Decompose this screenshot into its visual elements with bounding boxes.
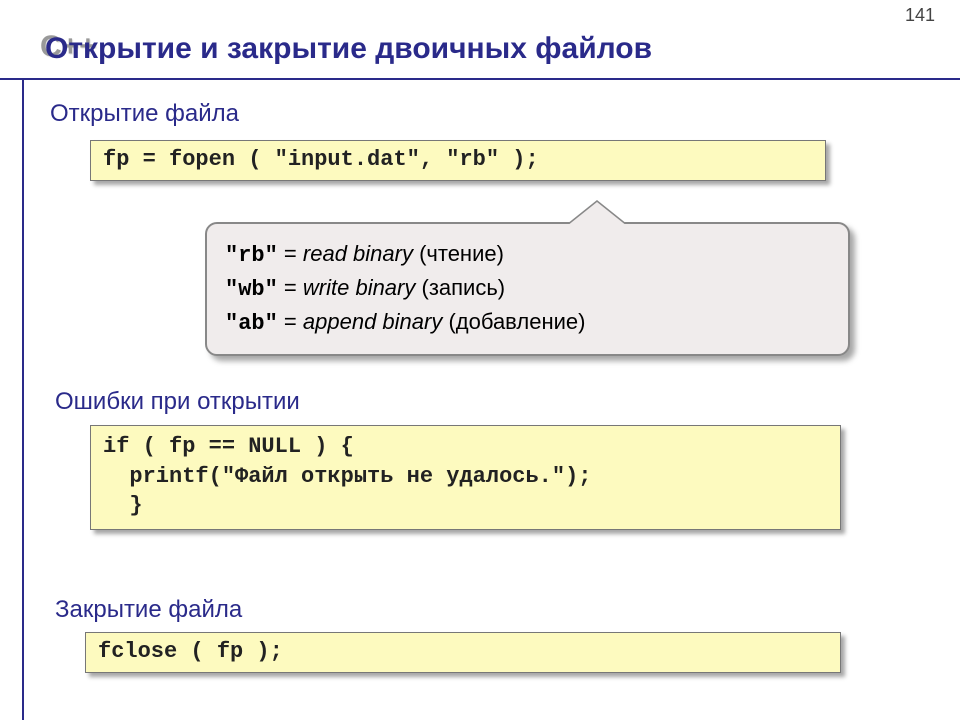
mode-eq: = — [278, 309, 303, 334]
mode-eng: append binary — [303, 309, 442, 334]
mode-ru: (запись) — [415, 275, 505, 300]
code-fopen: fp = fopen ( "input.dat", "rb" ); — [90, 140, 826, 181]
page-title: Открытие и закрытие двоичных файлов — [45, 32, 652, 66]
left-vertical-rule — [22, 80, 24, 720]
heading-close-file: Закрытие файла — [55, 596, 242, 624]
mode-row-rb: "rb" = read binary (чтение) — [225, 238, 830, 272]
mode-ru: (чтение) — [413, 241, 504, 266]
page-number: 141 — [905, 5, 935, 26]
code-error-check: if ( fp == NULL ) { printf("Файл открыть… — [90, 425, 841, 530]
mode-eq: = — [278, 241, 303, 266]
callout-pointer — [567, 202, 627, 226]
heading-open-file: Открытие файла — [50, 100, 239, 128]
modes-callout: "rb" = read binary (чтение) "wb" = write… — [205, 222, 850, 356]
mode-eq: = — [278, 275, 303, 300]
mode-code: "rb" — [225, 243, 278, 268]
code-fclose: fclose ( fp ); — [85, 632, 841, 673]
mode-eng: write binary — [303, 275, 415, 300]
mode-eng: read binary — [303, 241, 413, 266]
title-underline — [0, 78, 960, 80]
mode-code: "ab" — [225, 311, 278, 336]
mode-ru: (добавление) — [442, 309, 585, 334]
heading-open-errors: Ошибки при открытии — [55, 388, 300, 416]
mode-code: "wb" — [225, 277, 278, 302]
mode-row-ab: "ab" = append binary (добавление) — [225, 306, 830, 340]
mode-row-wb: "wb" = write binary (запись) — [225, 272, 830, 306]
